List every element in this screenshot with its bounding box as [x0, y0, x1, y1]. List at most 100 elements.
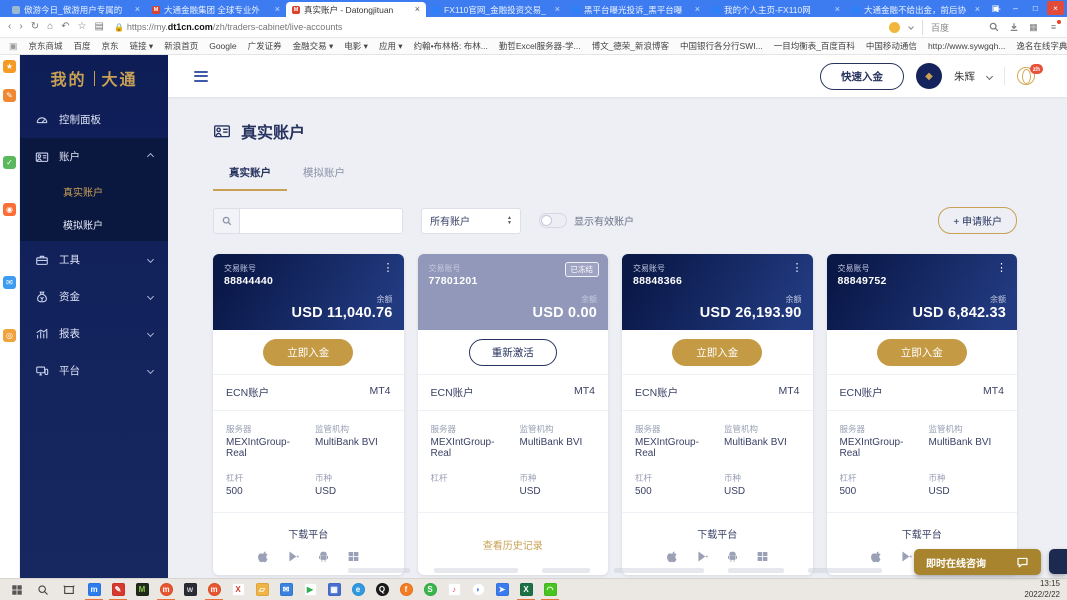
taskbar-app[interactable]: Q	[370, 579, 394, 600]
chevron-down-icon[interactable]	[986, 72, 993, 79]
task-view-button[interactable]	[56, 579, 82, 600]
bookmark-item[interactable]: http://www.sywgqh...	[928, 41, 1005, 51]
bookmark-item[interactable]: 链接 ▾	[130, 40, 154, 52]
taskbar-app[interactable]: w	[178, 579, 202, 600]
bookmark-item[interactable]: 逸名在线字典: "燕...	[1016, 40, 1067, 52]
kebab-menu-icon[interactable]: ⋮	[792, 261, 803, 274]
sidebar-item-funds[interactable]: 资金	[20, 278, 168, 315]
account-tab[interactable]: 模拟账户	[287, 165, 361, 191]
bookmark-item[interactable]: 勤哲Excel服务器-学...	[499, 40, 581, 52]
live-chat-widget[interactable]: 即时在线咨询	[914, 549, 1041, 575]
tab-close-icon[interactable]: ×	[695, 5, 700, 14]
browser-tab[interactable]: 黑平台曝光投诉_黑平台曝 ×	[566, 2, 706, 17]
browser-tab[interactable]: FX110官网_金融投资交易_ ×	[426, 2, 566, 17]
download-icon[interactable]	[1008, 22, 1019, 33]
window-panel-icon[interactable]: ▣	[987, 1, 1004, 15]
tab-close-icon[interactable]: ×	[415, 5, 420, 14]
bookmark-item[interactable]: 一目均衡表_百度百科	[774, 40, 855, 52]
rewards-coin-icon[interactable]	[889, 22, 900, 33]
window-maximize-button[interactable]: □	[1027, 1, 1044, 15]
bookmarks-panel-icon[interactable]: ▣	[9, 41, 18, 52]
accounts-search-input[interactable]	[240, 209, 402, 233]
bookmark-item[interactable]: Google	[209, 41, 236, 51]
apps-grid-icon[interactable]: ▦	[1028, 22, 1039, 33]
sidebar-item-dashboard[interactable]: 控制面板	[20, 101, 168, 138]
window-close-button[interactable]: ×	[1047, 1, 1064, 15]
sidebar-item-accounts[interactable]: 账户	[20, 138, 168, 175]
apple-icon[interactable]	[257, 550, 270, 563]
google-play-icon[interactable]	[696, 550, 709, 563]
bookmark-item[interactable]: 京东商城	[29, 40, 63, 52]
chat-launcher-button[interactable]	[1049, 549, 1067, 574]
browser-tab[interactable]: 傲游今日_傲游用户专属的 ×	[6, 2, 146, 17]
sidebar-subitem[interactable]: 真实账户	[20, 175, 168, 208]
tab-close-icon[interactable]: ×	[135, 5, 140, 14]
back-icon[interactable]: ‹	[8, 22, 11, 32]
sidebar-item-reports[interactable]: 报表	[20, 315, 168, 352]
forward-icon[interactable]: ›	[19, 22, 22, 32]
taskbar-clock[interactable]: 13:15 2022/2/22	[1024, 579, 1067, 600]
taskbar-app[interactable]: X	[226, 579, 250, 600]
tab-close-icon[interactable]: ×	[835, 5, 840, 14]
tab-close-icon[interactable]: ×	[555, 5, 560, 14]
bookmark-item[interactable]: 博文_德荣_新浪博客	[592, 40, 669, 52]
google-play-icon[interactable]	[287, 550, 300, 563]
apple-icon[interactable]	[666, 550, 679, 563]
active-accounts-toggle[interactable]	[539, 213, 567, 228]
taskbar-app[interactable]: ◠	[538, 579, 562, 600]
quick-deposit-button[interactable]: 快速入金	[820, 63, 904, 90]
url-box[interactable]: 🔒 https://my.dt1cn.com/zh/traders-cabine…	[114, 22, 342, 32]
deposit-now-button[interactable]: 立即入金	[263, 339, 353, 366]
taskbar-app[interactable]: ▱	[250, 579, 274, 600]
account-filter-select[interactable]: 所有账户 ▲▼	[421, 208, 521, 234]
android-icon[interactable]	[726, 550, 739, 563]
kebab-menu-icon[interactable]: ⋮	[383, 261, 394, 274]
windows-icon[interactable]	[756, 550, 769, 563]
sidebar-item-platforms[interactable]: 平台	[20, 352, 168, 389]
google-play-icon[interactable]	[900, 550, 913, 563]
bookmark-item[interactable]: 新浪首页	[164, 40, 198, 52]
hamburger-menu-icon[interactable]	[194, 71, 208, 82]
android-icon[interactable]	[317, 550, 330, 563]
taskbar-app[interactable]: ♪	[442, 579, 466, 600]
browser-tab[interactable]: 大通金融不给出金，前后协 ×	[846, 2, 986, 17]
reactivate-button[interactable]: 重新激活	[469, 339, 557, 366]
taskbar-app[interactable]: m	[82, 579, 106, 600]
search-engine-label[interactable]: 百度	[922, 20, 979, 35]
taskbar-app[interactable]: e	[346, 579, 370, 600]
bookmark-item[interactable]: 应用 ▾	[379, 40, 403, 52]
browser-tab[interactable]: M 大通金融集团 全球专业外 ×	[146, 2, 286, 17]
bookmark-item[interactable]: 京东	[102, 40, 119, 52]
taskbar-app[interactable]: ✉	[274, 579, 298, 600]
bookmark-item[interactable]: 广发证券	[248, 40, 282, 52]
taskbar-app[interactable]: S	[418, 579, 442, 600]
tab-close-icon[interactable]: ×	[975, 5, 980, 14]
side-strip-icon[interactable]: ✎	[3, 89, 16, 102]
taskbar-app[interactable]: m	[202, 579, 226, 600]
taskbar-search-button[interactable]	[30, 579, 56, 600]
taskbar-app[interactable]: f	[394, 579, 418, 600]
taskbar-app[interactable]: ▦	[322, 579, 346, 600]
window-minimize-button[interactable]: –	[1007, 1, 1024, 15]
deposit-now-button[interactable]: 立即入金	[877, 339, 967, 366]
taskbar-app[interactable]: ➤	[490, 579, 514, 600]
taskbar-app[interactable]: X	[514, 579, 538, 600]
sidebar-subitem[interactable]: 模拟账户	[20, 208, 168, 241]
home-icon[interactable]: ⌂	[47, 22, 53, 32]
taskbar-app[interactable]: m	[154, 579, 178, 600]
sidebar-item-tools[interactable]: 工具	[20, 241, 168, 278]
language-selector[interactable]: zh	[1017, 65, 1041, 87]
browser-tab[interactable]: 我的个人主页-FX110网 ×	[706, 2, 846, 17]
start-button[interactable]	[4, 579, 30, 600]
request-account-button[interactable]: + 申请账户	[938, 207, 1017, 234]
taskbar-app[interactable]: ◗	[466, 579, 490, 600]
tab-close-icon[interactable]: ×	[275, 5, 280, 14]
deposit-now-button[interactable]: 立即入金	[672, 339, 762, 366]
side-strip-icon[interactable]: ✉	[3, 276, 16, 289]
bookmark-item[interactable]: 中国银行各分行SWI...	[680, 40, 763, 52]
chevron-down-icon[interactable]	[908, 24, 914, 30]
kebab-menu-icon[interactable]: ⋮	[996, 261, 1007, 274]
apple-icon[interactable]	[870, 550, 883, 563]
taskbar-app[interactable]: M	[130, 579, 154, 600]
bookmark-star-icon[interactable]: ☆	[78, 22, 87, 32]
